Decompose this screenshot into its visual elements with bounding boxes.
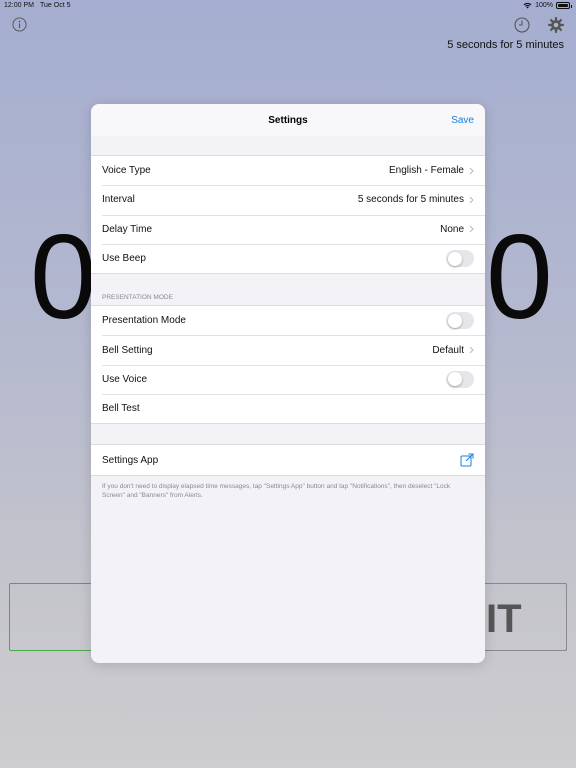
battery-percent: 100% (535, 2, 553, 9)
gear-icon[interactable] (547, 16, 565, 34)
presentation-mode-label: Presentation Mode (102, 315, 186, 327)
interval-value: 5 seconds for 5 minutes (357, 194, 464, 206)
interval-row[interactable]: Interval 5 seconds for 5 minutes (91, 185, 485, 214)
info-icon[interactable] (12, 17, 27, 32)
timer-digit-right: 0 (486, 210, 553, 344)
bell-setting-label: Bell Setting (102, 344, 153, 356)
start-button-label: IT (486, 597, 522, 641)
presentation-mode-row: Presentation Mode (91, 306, 485, 335)
use-beep-label: Use Beep (102, 253, 146, 265)
status-time: 12:00 PM (4, 2, 34, 9)
settings-app-label: Settings App (102, 454, 159, 466)
chevron-right-icon (469, 346, 474, 354)
use-voice-toggle[interactable] (446, 370, 474, 388)
voice-type-value: English - Female (388, 165, 464, 177)
use-beep-toggle[interactable] (446, 250, 474, 268)
settings-group-general: Voice Type English - Female Interval 5 s… (91, 155, 485, 275)
interval-label: Interval (102, 194, 135, 206)
timer-digit-left: 0 (30, 210, 97, 344)
modal-header: Settings Save (91, 104, 485, 136)
settings-modal: Settings Save Voice Type English - Femal… (91, 104, 485, 663)
chevron-right-icon (469, 196, 474, 204)
interval-summary: 5 seconds for 5 minutes (447, 39, 564, 51)
battery-icon (556, 2, 572, 9)
status-right: 100% (523, 2, 572, 9)
delay-time-value: None (440, 223, 464, 235)
delay-time-label: Delay Time (102, 223, 153, 235)
chevron-right-icon (469, 225, 474, 233)
settings-group-app: Settings App (91, 444, 485, 476)
save-button[interactable]: Save (451, 115, 474, 126)
status-bar: 12:00 PM Tue Oct 5 100% (0, 0, 576, 12)
modal-title: Settings (268, 115, 308, 126)
bell-test-row[interactable]: Bell Test (91, 394, 485, 423)
settings-app-row[interactable]: Settings App (91, 445, 485, 474)
use-voice-row: Use Voice (91, 364, 485, 394)
wifi-icon (523, 2, 532, 9)
bell-setting-row[interactable]: Bell Setting Default (91, 335, 485, 364)
section-header-presentation: PRESENTATION MODE (102, 294, 173, 302)
bell-test-label: Bell Test (102, 403, 140, 415)
use-voice-label: Use Voice (102, 373, 148, 385)
use-beep-row: Use Beep (91, 243, 485, 273)
voice-type-row[interactable]: Voice Type English - Female (91, 156, 485, 185)
settings-group-presentation: Presentation Mode Bell Setting Default U… (91, 305, 485, 425)
presentation-mode-toggle[interactable] (446, 312, 474, 330)
voice-type-label: Voice Type (102, 165, 151, 177)
settings-footer-note: If you don't need to display elapsed tim… (102, 482, 451, 499)
chevron-right-icon (469, 167, 474, 174)
status-date: Tue Oct 5 (40, 2, 71, 9)
clock-icon[interactable] (514, 17, 530, 33)
bell-setting-value: Default (432, 344, 464, 356)
external-link-icon[interactable] (460, 453, 474, 467)
delay-time-row[interactable]: Delay Time None (91, 214, 485, 244)
